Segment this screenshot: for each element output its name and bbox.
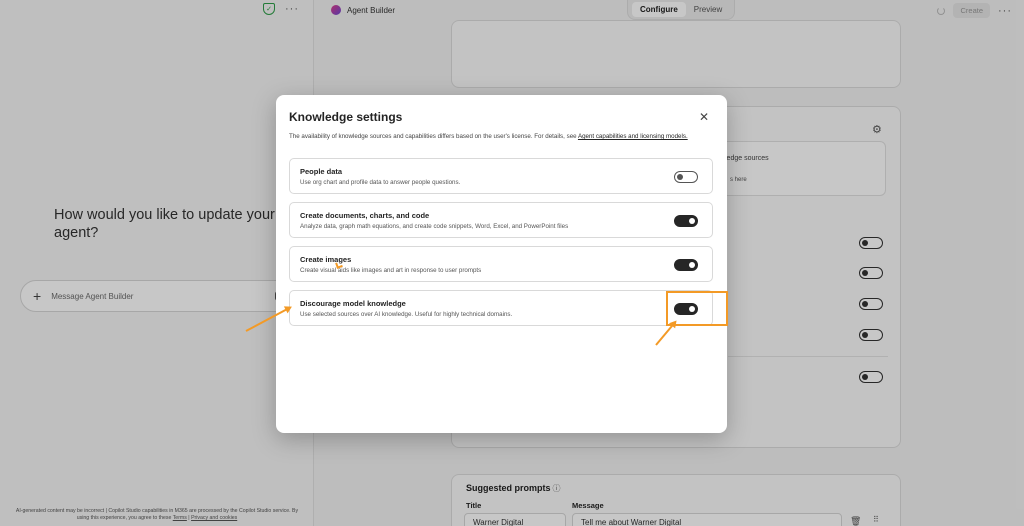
option-create-documents: Create documents, charts, and code Analy… bbox=[289, 202, 713, 238]
knowledge-settings-dialog: Knowledge settings ✕ The availability of… bbox=[276, 95, 727, 433]
option-discourage-model-knowledge: Discourage model knowledge Use selected … bbox=[289, 290, 713, 326]
licensing-link[interactable]: Agent capabilities and licensing models. bbox=[578, 133, 688, 140]
create-documents-toggle[interactable] bbox=[674, 215, 698, 227]
option-description: Use selected sources over AI knowledge. … bbox=[300, 311, 513, 318]
close-icon[interactable]: ✕ bbox=[699, 110, 709, 124]
option-title: Discourage model knowledge bbox=[300, 299, 406, 308]
option-description: Use org chart and profile data to answer… bbox=[300, 179, 461, 186]
option-create-images: Create images Create visual aids like im… bbox=[289, 246, 713, 282]
people-data-toggle[interactable] bbox=[674, 171, 698, 183]
option-title: People data bbox=[300, 167, 343, 176]
option-description: Create visual aids like images and art i… bbox=[300, 267, 482, 274]
option-title: Create images bbox=[300, 255, 352, 264]
create-images-toggle[interactable] bbox=[674, 259, 698, 271]
dialog-description: The availability of knowledge sources an… bbox=[289, 133, 688, 140]
option-title: Create documents, charts, and code bbox=[300, 211, 430, 220]
option-description: Analyze data, graph math equations, and … bbox=[300, 223, 569, 230]
option-people-data: People data Use org chart and profile da… bbox=[289, 158, 713, 194]
dialog-title: Knowledge settings bbox=[289, 110, 403, 124]
